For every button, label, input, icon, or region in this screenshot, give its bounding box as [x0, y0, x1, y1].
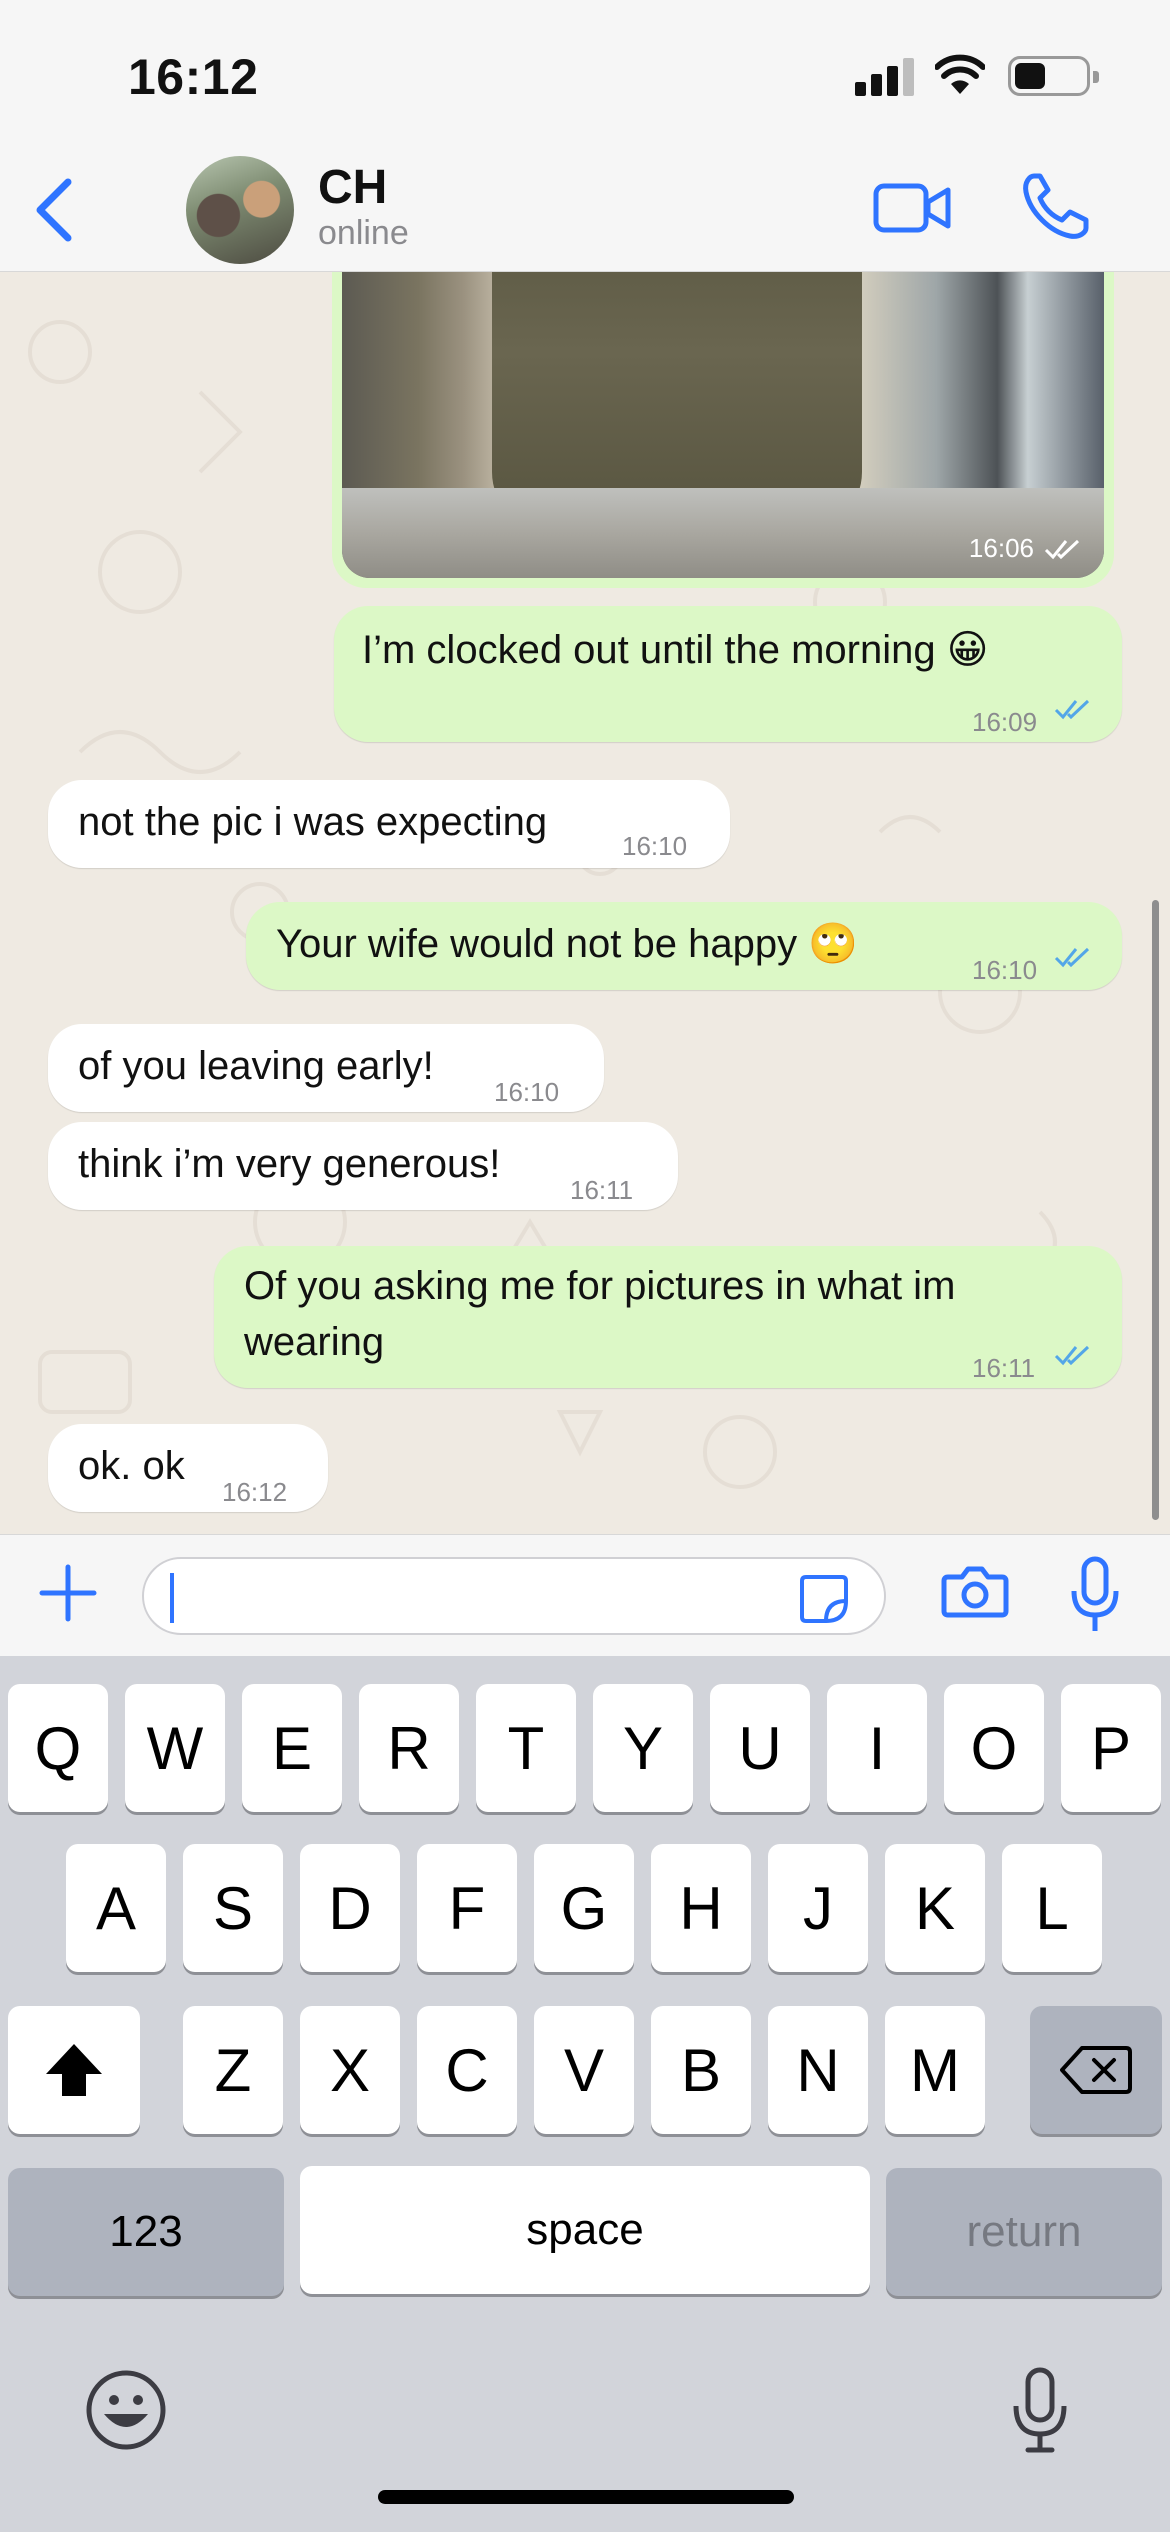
- message-text-line-2: wearing: [244, 1320, 385, 1364]
- message-time: 16:10: [622, 831, 688, 861]
- key-y[interactable]: Y: [593, 1684, 693, 1812]
- photo-message-bubble[interactable]: 16:06: [332, 272, 1114, 588]
- status-bar: 16:12: [0, 0, 1170, 150]
- plus-icon[interactable]: [36, 1561, 100, 1625]
- status-time: 16:12: [128, 49, 259, 105]
- key-q[interactable]: Q: [8, 1684, 108, 1812]
- chat-area[interactable]: 16:06 I’m clocked out until the morning …: [0, 272, 1170, 1534]
- key-d[interactable]: D: [300, 1844, 400, 1972]
- message-time: 16:06: [968, 533, 1034, 563]
- message-text: ok. ok: [78, 1444, 185, 1488]
- read-ticks-icon: [1054, 699, 1090, 720]
- key-s[interactable]: S: [183, 1844, 283, 1972]
- message-text: think i’m very generous!: [78, 1142, 501, 1186]
- signal-icon: [855, 56, 915, 96]
- outgoing-message[interactable]: Of you asking me for pictures in what im…: [214, 1246, 1122, 1388]
- message-time: 16:12: [222, 1477, 288, 1507]
- read-ticks-icon: [1054, 947, 1090, 968]
- message-text-line-1: Of you asking me for pictures in what im: [244, 1264, 956, 1308]
- space-key[interactable]: space: [300, 2166, 870, 2294]
- key-b[interactable]: B: [651, 2006, 751, 2134]
- message-time: 16:11: [570, 1175, 634, 1205]
- key-a[interactable]: A: [66, 1844, 166, 1972]
- key-m[interactable]: M: [885, 2006, 985, 2134]
- key-k[interactable]: K: [885, 1844, 985, 1972]
- key-p[interactable]: P: [1061, 1684, 1161, 1812]
- message-text: not the pic i was expecting: [78, 800, 548, 844]
- shift-arrow-icon: [46, 2044, 102, 2096]
- numbers-key[interactable]: 123: [8, 2168, 284, 2296]
- phone-call-icon[interactable]: [1020, 170, 1090, 242]
- battery-icon: [1008, 56, 1099, 96]
- outgoing-message[interactable]: Your wife would not be happy 🙄 16:10: [246, 902, 1122, 990]
- incoming-message[interactable]: of you leaving early! 16:10: [48, 1024, 604, 1112]
- return-key[interactable]: return: [886, 2168, 1162, 2296]
- contact-avatar[interactable]: [186, 156, 294, 264]
- key-c[interactable]: C: [417, 2006, 517, 2134]
- photo-thumbnail[interactable]: 16:06: [342, 272, 1104, 578]
- key-h[interactable]: H: [651, 1844, 751, 1972]
- message-time: 16:09: [972, 707, 1038, 737]
- sticker-icon[interactable]: [796, 1571, 852, 1627]
- message-text: of you leaving early!: [78, 1044, 434, 1088]
- key-i[interactable]: I: [827, 1684, 927, 1812]
- key-t[interactable]: T: [476, 1684, 576, 1812]
- message-input[interactable]: [142, 1557, 886, 1635]
- text-caret: [170, 1573, 174, 1623]
- contact-status: online: [318, 214, 409, 252]
- message-text: I’m clocked out until the morning 😀: [362, 628, 989, 672]
- read-ticks-icon: [1054, 1345, 1090, 1366]
- scrollbar[interactable]: [1152, 900, 1159, 1520]
- key-l[interactable]: L: [1002, 1844, 1102, 1972]
- key-v[interactable]: V: [534, 2006, 634, 2134]
- camera-icon[interactable]: [940, 1561, 1010, 1621]
- home-indicator[interactable]: [378, 2490, 794, 2504]
- key-j[interactable]: J: [768, 1844, 868, 1972]
- backspace-icon: [1060, 2046, 1132, 2094]
- video-call-icon[interactable]: [872, 178, 952, 238]
- key-e[interactable]: E: [242, 1684, 342, 1812]
- key-r[interactable]: R: [359, 1684, 459, 1812]
- key-x[interactable]: X: [300, 2006, 400, 2134]
- chat-header: CH online: [0, 150, 1170, 272]
- key-z[interactable]: Z: [183, 2006, 283, 2134]
- key-n[interactable]: N: [768, 2006, 868, 2134]
- shift-key[interactable]: [8, 2006, 140, 2134]
- message-time: 16:10: [494, 1077, 560, 1107]
- dictation-microphone-icon[interactable]: [1010, 2366, 1070, 2456]
- message-time: 16:10: [972, 955, 1038, 985]
- key-f[interactable]: F: [417, 1844, 517, 1972]
- key-w[interactable]: W: [125, 1684, 225, 1812]
- key-u[interactable]: U: [710, 1684, 810, 1812]
- message-input-bar: [0, 1534, 1170, 1656]
- incoming-message[interactable]: not the pic i was expecting 16:10: [48, 780, 730, 868]
- message-text: Your wife would not be happy 🙄: [276, 922, 859, 966]
- key-g[interactable]: G: [534, 1844, 634, 1972]
- contact-name[interactable]: CH: [318, 160, 387, 215]
- microphone-icon[interactable]: [1068, 1555, 1122, 1635]
- back-chevron-icon[interactable]: [18, 170, 88, 250]
- wifi-icon: [935, 54, 985, 94]
- delete-key[interactable]: [1030, 2006, 1162, 2134]
- message-time: 16:11: [972, 1353, 1036, 1383]
- keyboard: Q W E R T Y U I O P A S D F G H J K L Z …: [0, 1656, 1170, 2532]
- read-ticks-icon: [1044, 539, 1080, 560]
- incoming-message[interactable]: think i’m very generous! 16:11: [48, 1122, 678, 1210]
- outgoing-message[interactable]: I’m clocked out until the morning 😀 16:0…: [334, 606, 1122, 742]
- emoji-icon[interactable]: [84, 2368, 168, 2452]
- key-o[interactable]: O: [944, 1684, 1044, 1812]
- incoming-message[interactable]: ok. ok 16:12: [48, 1424, 328, 1512]
